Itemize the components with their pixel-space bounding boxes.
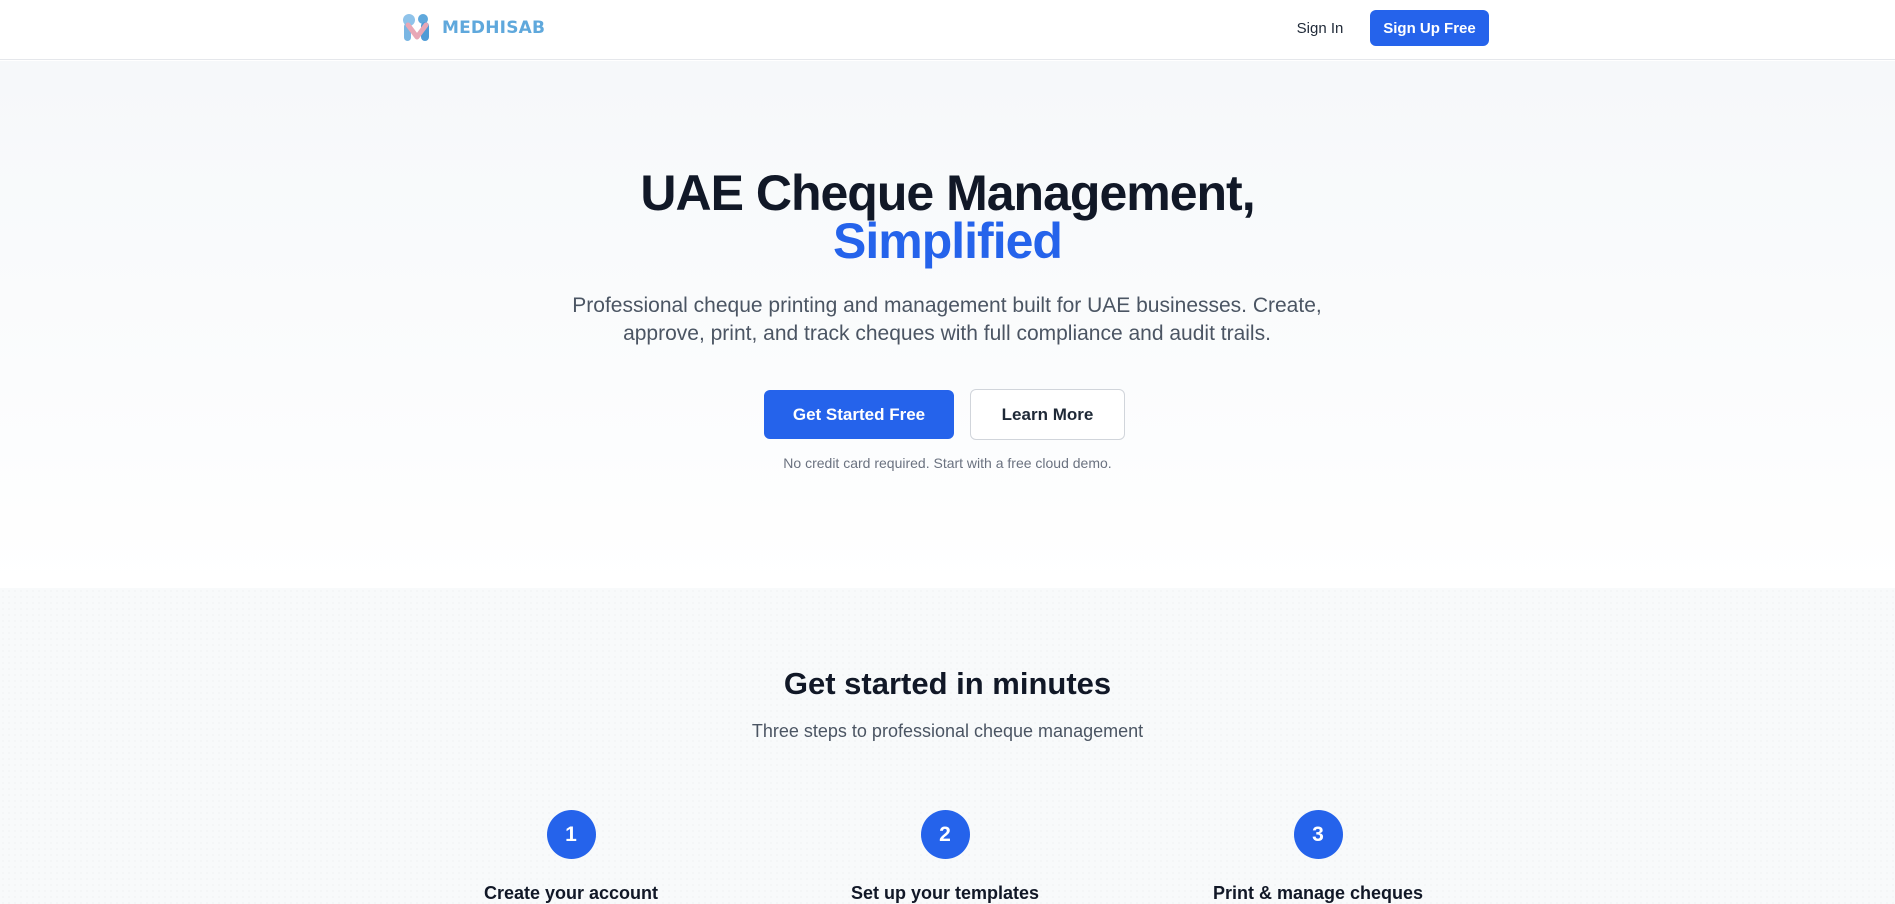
hero-section: UAE Cheque Management, Simplified Profes…: [0, 61, 1895, 588]
step-title: Create your account: [483, 883, 659, 903]
step-number-badge: 2: [920, 810, 970, 859]
step-title: Print & manage cheques: [1212, 883, 1424, 903]
hero-title: UAE Cheque Management, Simplified: [0, 168, 1895, 269]
get-started-button[interactable]: Get Started Free: [764, 390, 954, 439]
hero-note: No credit card required. Start with a fr…: [783, 455, 1112, 471]
top-navbar: MEDHISAB Sign In Sign Up Free: [0, 0, 1895, 60]
steps-section: Get started in minutes Three steps to pr…: [0, 588, 1895, 904]
steps-subtitle: Three steps to professional cheque manag…: [751, 721, 1144, 741]
hero-title-accent: Simplified: [833, 213, 1063, 269]
medhisab-logo-icon: [403, 14, 429, 41]
brand-name: MEDHISAB: [442, 18, 546, 38]
step-item: 1 Create your account: [421, 810, 721, 904]
steps-title: Get started in minutes: [783, 666, 1112, 701]
brand-logo[interactable]: MEDHISAB: [400, 11, 545, 45]
step-number-badge: 1: [546, 810, 596, 859]
step-title: Set up your templates: [850, 883, 1040, 903]
step-item: 3 Print & manage cheques: [1168, 810, 1468, 904]
hero-subtitle: Professional cheque printing and managem…: [572, 294, 1322, 345]
sign-up-button[interactable]: Sign Up Free: [1370, 10, 1489, 46]
learn-more-button[interactable]: Learn More: [970, 389, 1125, 440]
step-number-badge: 3: [1293, 810, 1343, 859]
step-item: 2 Set up your templates: [795, 810, 1095, 904]
sign-in-link[interactable]: Sign In: [1280, 10, 1360, 46]
